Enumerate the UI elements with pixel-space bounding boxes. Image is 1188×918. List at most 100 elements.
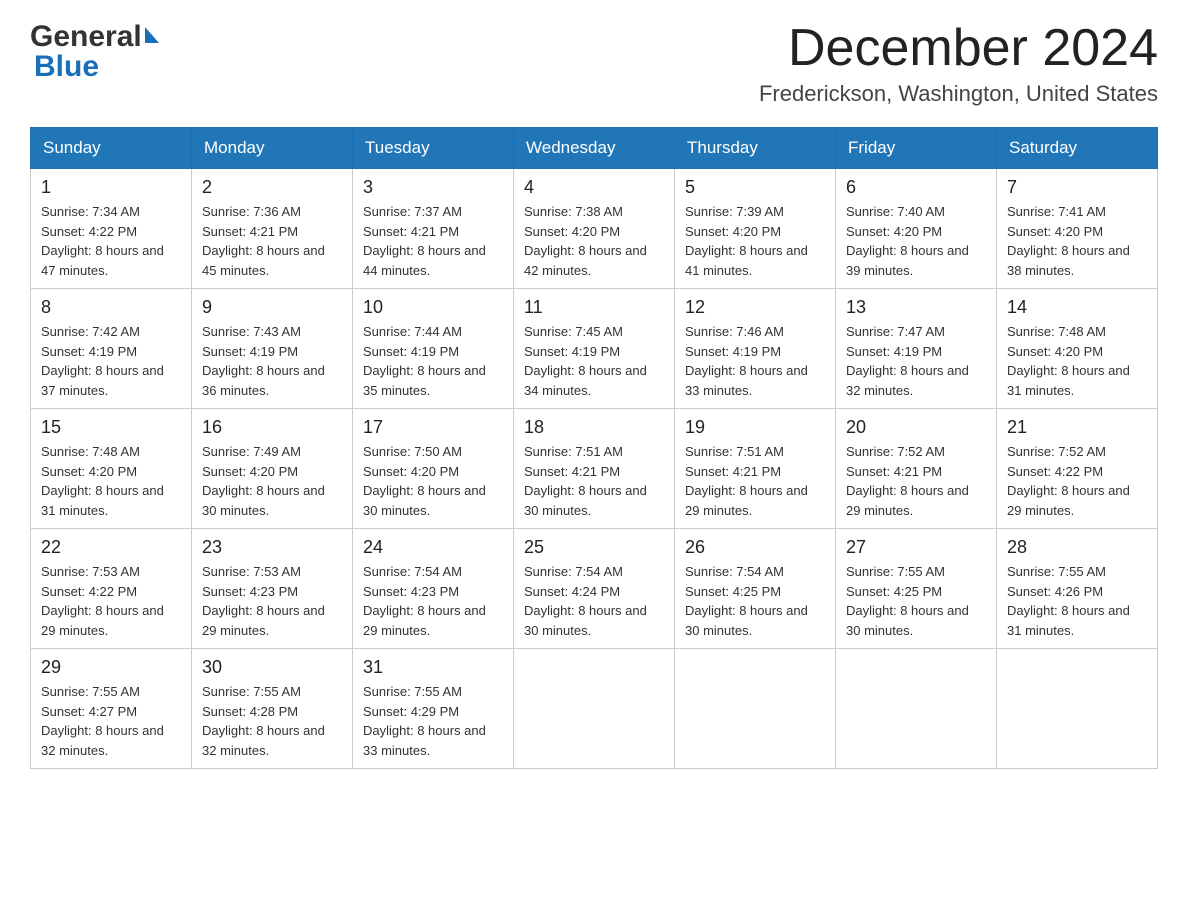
day-number: 4: [524, 177, 664, 198]
day-number: 14: [1007, 297, 1147, 318]
calendar-week-row: 22 Sunrise: 7:53 AMSunset: 4:22 PMDaylig…: [31, 529, 1158, 649]
calendar-cell: 17 Sunrise: 7:50 AMSunset: 4:20 PMDaylig…: [353, 409, 514, 529]
day-info: Sunrise: 7:53 AMSunset: 4:23 PMDaylight:…: [202, 564, 325, 638]
day-number: 10: [363, 297, 503, 318]
logo-bottom-row: Blue: [30, 50, 99, 84]
day-number: 22: [41, 537, 181, 558]
day-info: Sunrise: 7:52 AMSunset: 4:22 PMDaylight:…: [1007, 444, 1130, 518]
day-number: 8: [41, 297, 181, 318]
day-info: Sunrise: 7:45 AMSunset: 4:19 PMDaylight:…: [524, 324, 647, 398]
calendar-cell: 4 Sunrise: 7:38 AMSunset: 4:20 PMDayligh…: [514, 169, 675, 289]
calendar-cell: 30 Sunrise: 7:55 AMSunset: 4:28 PMDaylig…: [192, 649, 353, 769]
calendar-cell: 5 Sunrise: 7:39 AMSunset: 4:20 PMDayligh…: [675, 169, 836, 289]
day-number: 12: [685, 297, 825, 318]
day-info: Sunrise: 7:52 AMSunset: 4:21 PMDaylight:…: [846, 444, 969, 518]
day-info: Sunrise: 7:37 AMSunset: 4:21 PMDaylight:…: [363, 204, 486, 278]
day-number: 28: [1007, 537, 1147, 558]
logo: General Blue: [30, 20, 159, 84]
calendar-cell: 20 Sunrise: 7:52 AMSunset: 4:21 PMDaylig…: [836, 409, 997, 529]
calendar-cell: 3 Sunrise: 7:37 AMSunset: 4:21 PMDayligh…: [353, 169, 514, 289]
calendar-cell: 19 Sunrise: 7:51 AMSunset: 4:21 PMDaylig…: [675, 409, 836, 529]
calendar-cell: [675, 649, 836, 769]
day-number: 17: [363, 417, 503, 438]
calendar-cell: 31 Sunrise: 7:55 AMSunset: 4:29 PMDaylig…: [353, 649, 514, 769]
calendar-cell: 13 Sunrise: 7:47 AMSunset: 4:19 PMDaylig…: [836, 289, 997, 409]
calendar-cell: 7 Sunrise: 7:41 AMSunset: 4:20 PMDayligh…: [997, 169, 1158, 289]
calendar-week-row: 1 Sunrise: 7:34 AMSunset: 4:22 PMDayligh…: [31, 169, 1158, 289]
calendar-cell: 29 Sunrise: 7:55 AMSunset: 4:27 PMDaylig…: [31, 649, 192, 769]
calendar-cell: 10 Sunrise: 7:44 AMSunset: 4:19 PMDaylig…: [353, 289, 514, 409]
day-number: 6: [846, 177, 986, 198]
calendar-cell: 25 Sunrise: 7:54 AMSunset: 4:24 PMDaylig…: [514, 529, 675, 649]
day-number: 2: [202, 177, 342, 198]
calendar-cell: 11 Sunrise: 7:45 AMSunset: 4:19 PMDaylig…: [514, 289, 675, 409]
day-info: Sunrise: 7:38 AMSunset: 4:20 PMDaylight:…: [524, 204, 647, 278]
calendar-cell: 18 Sunrise: 7:51 AMSunset: 4:21 PMDaylig…: [514, 409, 675, 529]
calendar-cell: 8 Sunrise: 7:42 AMSunset: 4:19 PMDayligh…: [31, 289, 192, 409]
calendar-cell: 14 Sunrise: 7:48 AMSunset: 4:20 PMDaylig…: [997, 289, 1158, 409]
day-info: Sunrise: 7:51 AMSunset: 4:21 PMDaylight:…: [524, 444, 647, 518]
weekday-header-sunday: Sunday: [31, 128, 192, 169]
weekday-header-friday: Friday: [836, 128, 997, 169]
title-area: December 2024 Frederickson, Washington, …: [759, 20, 1158, 107]
calendar-cell: [997, 649, 1158, 769]
calendar-table: SundayMondayTuesdayWednesdayThursdayFrid…: [30, 127, 1158, 769]
day-number: 9: [202, 297, 342, 318]
weekday-header-thursday: Thursday: [675, 128, 836, 169]
day-number: 21: [1007, 417, 1147, 438]
day-info: Sunrise: 7:54 AMSunset: 4:25 PMDaylight:…: [685, 564, 808, 638]
day-info: Sunrise: 7:48 AMSunset: 4:20 PMDaylight:…: [41, 444, 164, 518]
day-info: Sunrise: 7:53 AMSunset: 4:22 PMDaylight:…: [41, 564, 164, 638]
day-info: Sunrise: 7:55 AMSunset: 4:26 PMDaylight:…: [1007, 564, 1130, 638]
calendar-cell: 16 Sunrise: 7:49 AMSunset: 4:20 PMDaylig…: [192, 409, 353, 529]
calendar-cell: 22 Sunrise: 7:53 AMSunset: 4:22 PMDaylig…: [31, 529, 192, 649]
day-info: Sunrise: 7:54 AMSunset: 4:23 PMDaylight:…: [363, 564, 486, 638]
calendar-cell: 21 Sunrise: 7:52 AMSunset: 4:22 PMDaylig…: [997, 409, 1158, 529]
day-number: 11: [524, 297, 664, 318]
calendar-week-row: 29 Sunrise: 7:55 AMSunset: 4:27 PMDaylig…: [31, 649, 1158, 769]
weekday-header-wednesday: Wednesday: [514, 128, 675, 169]
calendar-cell: 26 Sunrise: 7:54 AMSunset: 4:25 PMDaylig…: [675, 529, 836, 649]
calendar-cell: [514, 649, 675, 769]
calendar-cell: 1 Sunrise: 7:34 AMSunset: 4:22 PMDayligh…: [31, 169, 192, 289]
calendar-cell: 12 Sunrise: 7:46 AMSunset: 4:19 PMDaylig…: [675, 289, 836, 409]
day-number: 31: [363, 657, 503, 678]
day-info: Sunrise: 7:44 AMSunset: 4:19 PMDaylight:…: [363, 324, 486, 398]
logo-top-row: General: [30, 20, 159, 54]
day-number: 25: [524, 537, 664, 558]
calendar-cell: 28 Sunrise: 7:55 AMSunset: 4:26 PMDaylig…: [997, 529, 1158, 649]
logo-general-text: General: [30, 20, 142, 54]
weekday-header-saturday: Saturday: [997, 128, 1158, 169]
day-info: Sunrise: 7:47 AMSunset: 4:19 PMDaylight:…: [846, 324, 969, 398]
logo-arrow-icon: [145, 27, 159, 43]
calendar-cell: 15 Sunrise: 7:48 AMSunset: 4:20 PMDaylig…: [31, 409, 192, 529]
day-number: 15: [41, 417, 181, 438]
weekday-header-tuesday: Tuesday: [353, 128, 514, 169]
day-number: 5: [685, 177, 825, 198]
day-number: 23: [202, 537, 342, 558]
day-number: 7: [1007, 177, 1147, 198]
day-info: Sunrise: 7:36 AMSunset: 4:21 PMDaylight:…: [202, 204, 325, 278]
day-info: Sunrise: 7:54 AMSunset: 4:24 PMDaylight:…: [524, 564, 647, 638]
day-number: 24: [363, 537, 503, 558]
day-info: Sunrise: 7:39 AMSunset: 4:20 PMDaylight:…: [685, 204, 808, 278]
day-number: 27: [846, 537, 986, 558]
month-title: December 2024: [759, 20, 1158, 77]
calendar-cell: 9 Sunrise: 7:43 AMSunset: 4:19 PMDayligh…: [192, 289, 353, 409]
day-number: 30: [202, 657, 342, 678]
day-info: Sunrise: 7:34 AMSunset: 4:22 PMDaylight:…: [41, 204, 164, 278]
day-info: Sunrise: 7:50 AMSunset: 4:20 PMDaylight:…: [363, 444, 486, 518]
calendar-cell: 6 Sunrise: 7:40 AMSunset: 4:20 PMDayligh…: [836, 169, 997, 289]
day-info: Sunrise: 7:40 AMSunset: 4:20 PMDaylight:…: [846, 204, 969, 278]
day-number: 18: [524, 417, 664, 438]
day-info: Sunrise: 7:51 AMSunset: 4:21 PMDaylight:…: [685, 444, 808, 518]
weekday-header-monday: Monday: [192, 128, 353, 169]
calendar-cell: [836, 649, 997, 769]
day-number: 19: [685, 417, 825, 438]
day-number: 13: [846, 297, 986, 318]
day-info: Sunrise: 7:42 AMSunset: 4:19 PMDaylight:…: [41, 324, 164, 398]
day-info: Sunrise: 7:55 AMSunset: 4:28 PMDaylight:…: [202, 684, 325, 758]
day-info: Sunrise: 7:48 AMSunset: 4:20 PMDaylight:…: [1007, 324, 1130, 398]
calendar-cell: 2 Sunrise: 7:36 AMSunset: 4:21 PMDayligh…: [192, 169, 353, 289]
day-number: 3: [363, 177, 503, 198]
